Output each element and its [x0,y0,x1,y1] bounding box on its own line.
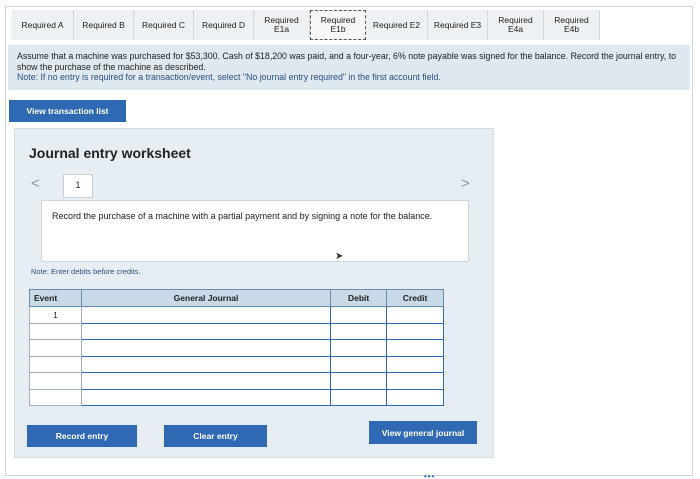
event-cell [29,372,82,390]
event-cell [29,355,82,373]
tab-label-sub: E4b [563,24,580,34]
tab-required-b[interactable]: Required B [74,10,134,40]
credit-input[interactable] [386,306,444,324]
column-event: Event [29,289,82,307]
tab-label-sub: E1a [273,24,290,34]
account-input[interactable] [80,322,332,340]
tab-required-e1b[interactable]: Required E1b [310,10,366,40]
tab-label: Required E3 [433,19,482,30]
tab-required-a[interactable]: Required A [12,10,74,40]
table-row [29,388,444,406]
view-transaction-list-button[interactable]: View transaction list [9,100,126,122]
event-cell [29,388,82,406]
table-row [29,339,444,357]
instructions-note: Note: If no entry is required for a tran… [17,72,441,82]
account-input[interactable] [80,339,332,357]
tab-label-sub: E4a [507,24,524,34]
account-input[interactable] [80,372,332,390]
table-row [29,355,444,373]
account-input[interactable] [80,388,332,406]
instructions-banner: Assume that a machine was purchased for … [8,45,690,90]
chevron-right-icon[interactable]: > [461,175,470,192]
debit-input[interactable] [330,322,388,340]
debit-note: Note: Enter debits before credits. [31,267,141,276]
table-row: 1 [29,306,444,324]
credit-input[interactable] [386,388,444,406]
event-cell [29,339,82,357]
column-general-journal: General Journal [80,289,332,307]
table-row [29,372,444,390]
credit-input[interactable] [386,355,444,373]
tab-required-e2[interactable]: Required E2 [366,10,428,40]
mouse-pointer-icon: ➤ [335,251,344,262]
table-header-row: Event General Journal Debit Credit [29,289,444,307]
event-cell: 1 [29,306,82,324]
clear-entry-button[interactable]: Clear entry [164,425,267,447]
record-entry-button[interactable]: Record entry [27,425,137,447]
tab-label: Required D [202,19,245,30]
transaction-description: Record the purchase of a machine with a … [41,200,469,262]
tab-label-sub: E1b [330,24,346,34]
debit-input[interactable] [330,388,388,406]
debit-input[interactable] [330,306,388,324]
column-credit: Credit [386,289,444,307]
journal-entry-worksheet: Journal entry worksheet < 1 > Record the… [14,128,494,458]
tab-required-d[interactable]: Required D [194,10,254,40]
requirement-tabs: Required A Required B Required C Require… [12,10,600,40]
debit-input[interactable] [330,372,388,390]
page-number[interactable]: 1 [63,174,93,198]
credit-input[interactable] [386,339,444,357]
event-cell [29,322,82,340]
column-debit: Debit [330,289,388,307]
tab-label: Required E2 [372,19,421,30]
worksheet-title: Journal entry worksheet [29,145,191,161]
debit-input[interactable] [330,339,388,357]
credit-input[interactable] [386,322,444,340]
instructions-text: Assume that a machine was purchased for … [17,51,677,72]
tab-required-e1a[interactable]: Required E1a [254,10,310,40]
account-input[interactable] [80,306,332,324]
view-general-journal-button[interactable]: View general journal [369,421,477,444]
account-input[interactable] [80,355,332,373]
credit-input[interactable] [386,372,444,390]
tab-required-e4a[interactable]: Required E4a [488,10,544,40]
ellipsis-icon: ••• [424,472,436,479]
table-row [29,322,444,340]
tab-required-e4b[interactable]: Required E4b [544,10,600,40]
tab-label: Required C [142,19,185,30]
journal-table: Event General Journal Debit Credit 1 [29,289,444,406]
chevron-left-icon[interactable]: < [31,175,40,192]
debit-input[interactable] [330,355,388,373]
tab-label: Required B [82,19,125,30]
tab-required-e3[interactable]: Required E3 [428,10,488,40]
tab-required-c[interactable]: Required C [134,10,194,40]
tab-label: Required A [21,19,64,30]
